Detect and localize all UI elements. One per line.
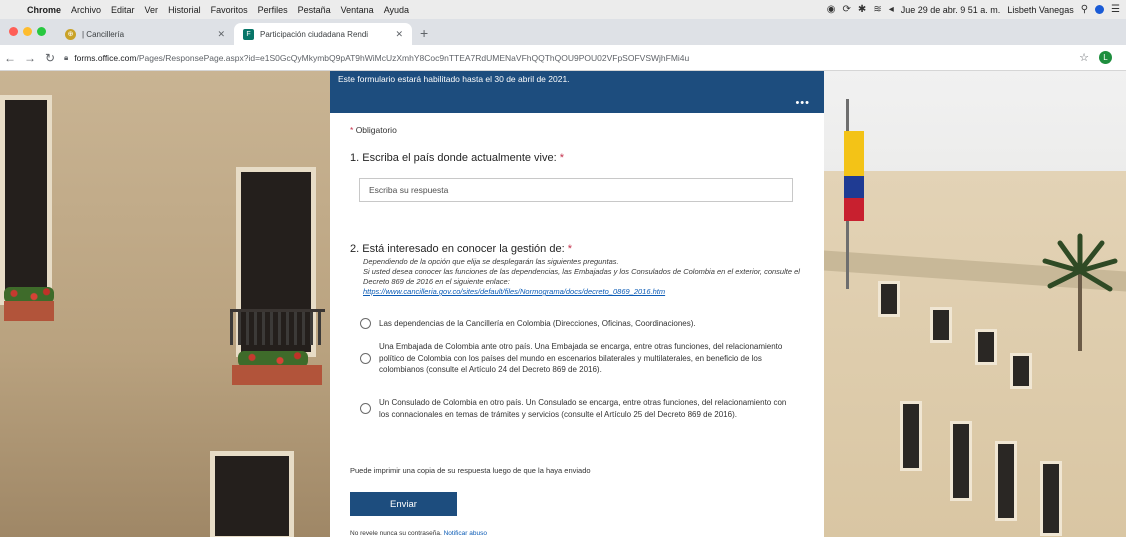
background-window xyxy=(210,451,294,537)
description-line: Dependiendo de la opción que elija se de… xyxy=(363,257,619,266)
footer-text: No revele nunca su contraseña. xyxy=(350,530,442,537)
question-1-title: 1. Escriba el país donde actualmente viv… xyxy=(350,152,557,164)
volume-icon[interactable]: ◂ xyxy=(889,4,894,15)
description-line: Si usted desea conocer las funciones de … xyxy=(363,267,800,286)
browser-toolbar: ← → ↻ 🔒︎ forms.office.com/Pages/Response… xyxy=(0,45,1126,71)
menu-ventana[interactable]: Ventana xyxy=(336,5,379,15)
radio-button[interactable] xyxy=(360,352,371,364)
option-consulado[interactable]: Un Consulado de Colombia en otro país. U… xyxy=(360,397,789,420)
background-window xyxy=(900,401,922,471)
more-options-icon[interactable]: ••• xyxy=(795,97,810,109)
menu-app-name[interactable]: Chrome xyxy=(22,5,66,15)
background-window xyxy=(1010,353,1032,389)
back-arrow-icon[interactable]: ← xyxy=(0,51,20,65)
macos-menu-bar: Chrome Archivo Editar Ver Historial Favo… xyxy=(0,0,1126,19)
bluetooth-icon[interactable]: ✱ xyxy=(858,4,866,15)
required-note: * Obligatorio xyxy=(350,125,397,135)
tab-participacion[interactable]: F Participación ciudadana Rendi ✕ xyxy=(234,23,412,45)
wifi-icon[interactable]: ≋ xyxy=(873,4,881,15)
address-bar[interactable]: 🔒︎ forms.office.com/Pages/ResponsePage.a… xyxy=(64,48,1079,68)
footer-note: No revele nunca su contraseña. Notificar… xyxy=(350,530,487,537)
form-header-text: Este formulario estará habilitado hasta … xyxy=(338,74,570,84)
tab-cancilleria[interactable]: ⊕ | Cancillería ✕ xyxy=(56,23,234,45)
background-flower-pot xyxy=(4,301,54,321)
menu-editar[interactable]: Editar xyxy=(106,5,140,15)
forward-arrow-icon[interactable]: → xyxy=(20,51,40,65)
print-note: Puede imprimir una copia de su respuesta… xyxy=(350,466,591,475)
required-asterisk: * xyxy=(567,243,572,255)
report-abuse-link[interactable]: Notificar abuso xyxy=(444,530,487,537)
question-2: 2. Está interesado en conocer la gestión… xyxy=(350,243,572,255)
option-embajada[interactable]: Una Embajada de Colombia ante otro país.… xyxy=(360,341,789,376)
zoom-window-button[interactable] xyxy=(37,27,46,36)
background-window xyxy=(930,307,952,343)
sync-icon[interactable]: ⟳ xyxy=(843,4,851,15)
form-header: Este formulario estará habilitado hasta … xyxy=(330,71,824,113)
colombia-flag-icon xyxy=(844,131,864,221)
bookmark-star-icon[interactable]: ☆ xyxy=(1079,51,1089,64)
background-window xyxy=(0,95,52,305)
cancilleria-favicon-icon: ⊕ xyxy=(65,28,76,40)
submit-button[interactable]: Enviar xyxy=(350,492,457,516)
menu-archivo[interactable]: Archivo xyxy=(66,5,106,15)
extensions-icon[interactable]: ◉ xyxy=(827,4,836,15)
option-label: Una Embajada de Colombia ante otro país.… xyxy=(379,342,783,374)
background-window xyxy=(1040,461,1062,536)
option-label: Un Consulado de Colombia en otro país. U… xyxy=(379,398,787,419)
decree-link[interactable]: https://www.cancilleria.gov.co/sites/def… xyxy=(363,287,665,296)
tab-label: Participación ciudadana Rendi xyxy=(260,29,369,39)
close-tab-icon[interactable]: ✕ xyxy=(395,29,403,40)
question-2-title: 2. Está interesado en conocer la gestión… xyxy=(350,243,565,255)
forms-favicon-icon: F xyxy=(243,28,254,40)
url-path: /Pages/ResponsePage.aspx?id=e1S0GcQyMkym… xyxy=(136,52,690,63)
background-window xyxy=(995,441,1017,521)
profile-avatar[interactable]: L xyxy=(1099,51,1112,64)
lock-icon[interactable]: 🔒︎ xyxy=(64,53,68,63)
background-window xyxy=(950,421,972,501)
background-balcony xyxy=(230,309,325,345)
question-1: 1. Escriba el país donde actualmente viv… xyxy=(350,152,564,164)
reload-icon[interactable]: ↻ xyxy=(40,51,60,65)
menu-ver[interactable]: Ver xyxy=(140,5,164,15)
palm-tree-icon xyxy=(1042,233,1118,351)
radio-button[interactable] xyxy=(360,318,371,330)
tab-strip: ⊕ | Cancillería ✕ F Participación ciudad… xyxy=(0,19,1126,45)
clock-datetime[interactable]: Jue 29 de abr. 9 51 a. m. xyxy=(901,5,1001,15)
minimize-window-button[interactable] xyxy=(23,27,32,36)
user-name[interactable]: Lisbeth Vanegas xyxy=(1007,5,1073,15)
radio-button[interactable] xyxy=(360,403,371,414)
country-input[interactable] xyxy=(359,178,793,202)
form-card: Este formulario estará habilitado hasta … xyxy=(330,71,824,537)
required-asterisk: * xyxy=(559,152,565,164)
close-window-button[interactable] xyxy=(9,27,18,36)
required-asterisk: * xyxy=(350,125,354,135)
menu-favoritos[interactable]: Favoritos xyxy=(206,5,253,15)
menu-ayuda[interactable]: Ayuda xyxy=(379,5,414,15)
option-dependencias[interactable]: Las dependencias de la Cancillería en Co… xyxy=(360,318,789,330)
siri-icon[interactable] xyxy=(1095,5,1105,14)
background-window xyxy=(878,281,900,317)
question-2-description: Dependiendo de la opción que elija se de… xyxy=(363,257,813,297)
menu-perfiles[interactable]: Perfiles xyxy=(253,5,293,15)
required-label: Obligatorio xyxy=(355,125,397,135)
tab-label: | Cancillería xyxy=(82,29,125,39)
background-flower-pot xyxy=(232,365,322,385)
menu-historial[interactable]: Historial xyxy=(163,5,206,15)
status-area: ◉ ⟳ ✱ ≋ ◂ Jue 29 de abr. 9 51 a. m. Lisb… xyxy=(827,0,1120,19)
background-window xyxy=(975,329,997,365)
new-tab-button[interactable]: + xyxy=(412,25,436,45)
close-tab-icon[interactable]: ✕ xyxy=(217,29,225,40)
control-center-icon[interactable]: ☰ xyxy=(1111,4,1120,15)
window-controls xyxy=(0,27,56,45)
menu-pestana[interactable]: Pestaña xyxy=(293,5,336,15)
spotlight-search-icon[interactable]: ⚲ xyxy=(1081,4,1088,15)
option-label: Las dependencias de la Cancillería en Co… xyxy=(379,319,696,328)
url-host: forms.office.com xyxy=(74,52,137,63)
